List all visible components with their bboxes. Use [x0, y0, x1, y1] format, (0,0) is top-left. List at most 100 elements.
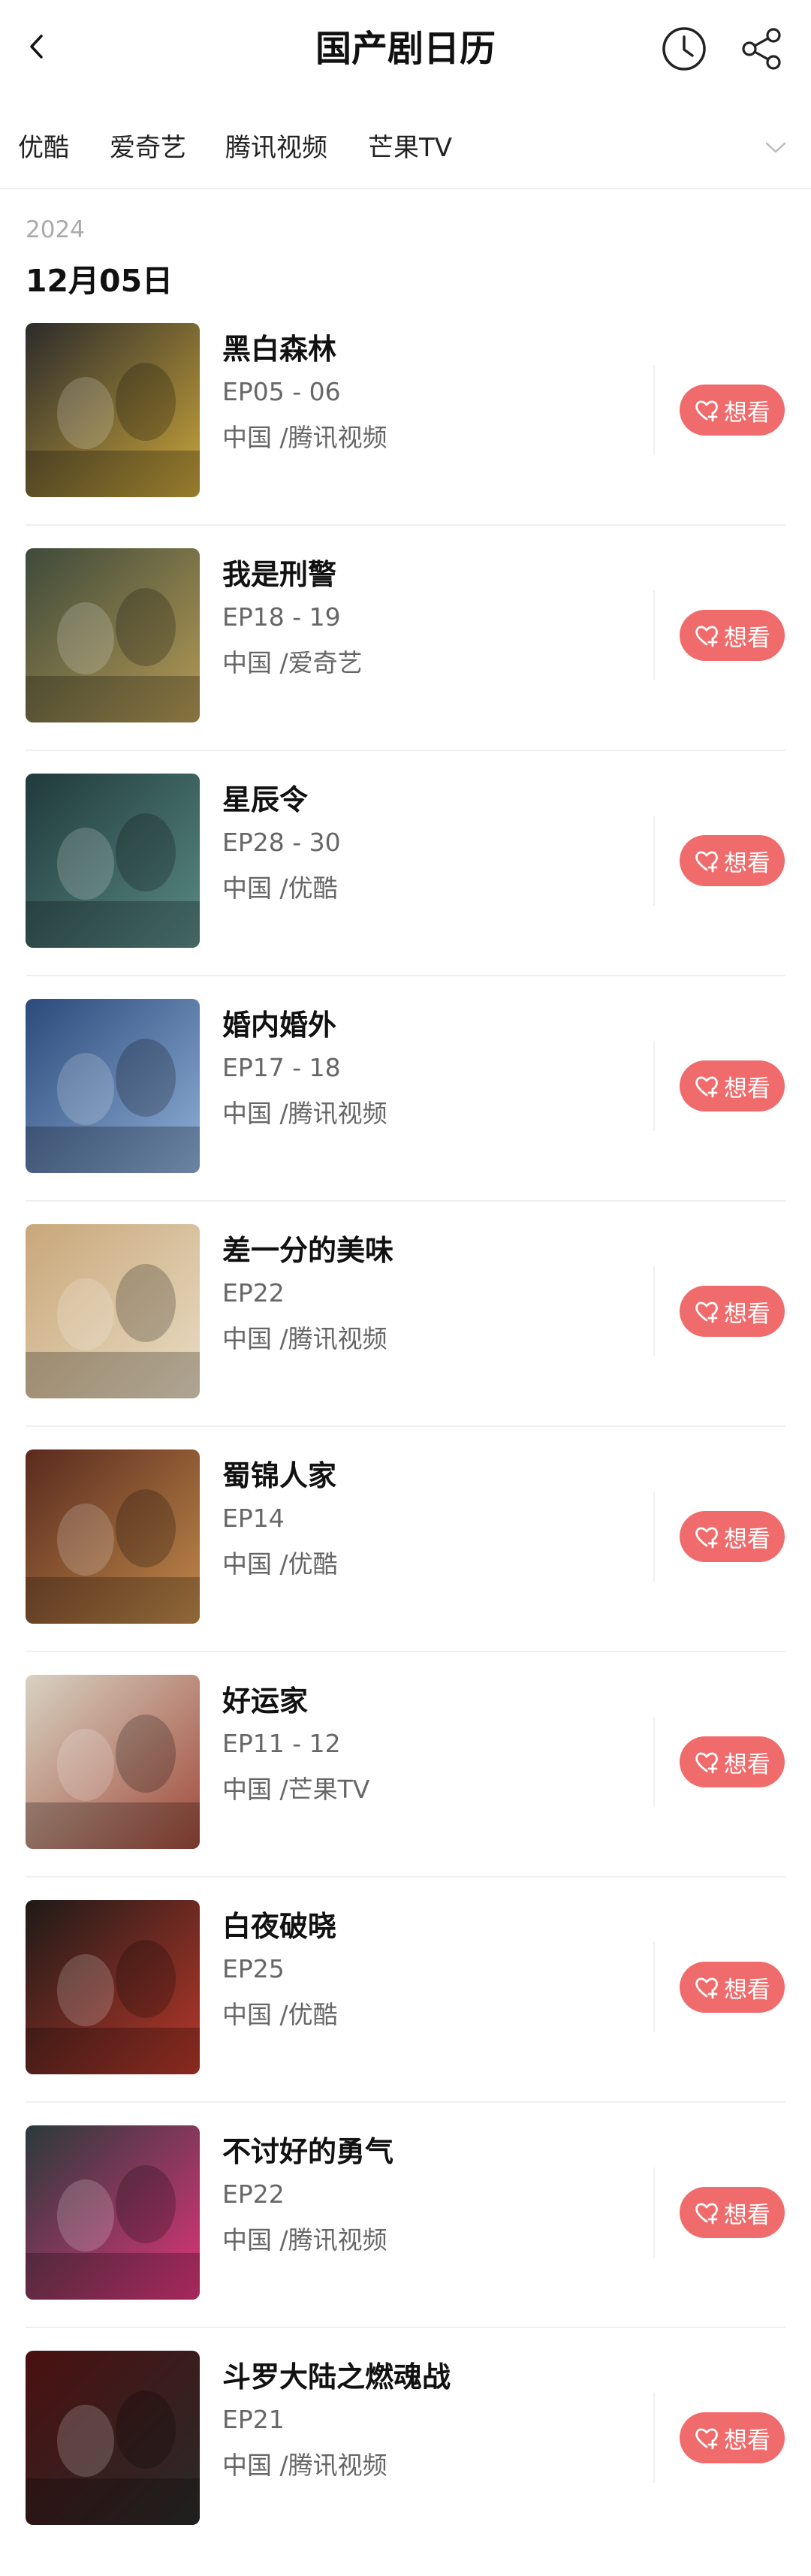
want-to-watch-button[interactable]: 想看 [680, 1736, 785, 1787]
poster-image[interactable] [26, 1675, 200, 1849]
region-platform: 中国 /腾讯视频 [222, 423, 387, 452]
history-button[interactable] [658, 23, 710, 75]
want-label: 想看 [724, 1300, 770, 1328]
region-platform: 中国 /芒果TV [222, 1775, 370, 1804]
heart-plus-icon [695, 1527, 718, 1549]
want-label: 想看 [724, 1075, 770, 1102]
tab-iqiyi[interactable]: 爱奇艺 [110, 130, 186, 166]
want-label: 想看 [724, 399, 770, 427]
divider [653, 1717, 655, 1807]
list-item[interactable]: 差一分的美味 EP22 中国 /腾讯视频 想看 [0, 1224, 811, 1449]
drama-title[interactable]: 白夜破晓 [222, 1903, 336, 1944]
episode-range: EP14 [222, 1504, 285, 1533]
drama-list: 黑白森林 EP05 - 06 中国 /腾讯视频 想看 我是刑警 EP18 - 1… [0, 323, 811, 2576]
want-to-watch-button[interactable]: 想看 [680, 1511, 785, 1562]
drama-title[interactable]: 星辰令 [222, 777, 308, 818]
year-label: 2024 [26, 216, 85, 243]
want-to-watch-button[interactable]: 想看 [680, 385, 785, 436]
list-item[interactable]: 蜀锦人家 EP14 中国 /优酷 想看 [0, 1449, 811, 1675]
episode-range: EP05 - 06 [222, 377, 341, 406]
divider [26, 2327, 785, 2328]
region-platform: 中国 /优酷 [222, 873, 338, 903]
list-item[interactable]: 不讨好的勇气 EP22 中国 /腾讯视频 想看 [0, 2125, 811, 2351]
list-item[interactable]: 黑白森林 EP05 - 06 中国 /腾讯视频 想看 [0, 323, 811, 548]
date-label: 12月05日 [26, 263, 173, 299]
divider [26, 975, 785, 976]
want-label: 想看 [724, 1751, 770, 1778]
poster-image[interactable] [26, 2125, 200, 2300]
drama-title[interactable]: 蜀锦人家 [222, 1452, 336, 1494]
poster-image[interactable] [26, 323, 200, 497]
region-platform: 中国 /腾讯视频 [222, 2451, 387, 2480]
divider [26, 1876, 785, 1878]
want-to-watch-button[interactable]: 想看 [680, 2187, 785, 2238]
divider [26, 1200, 785, 1202]
want-to-watch-button[interactable]: 想看 [680, 1962, 785, 2013]
want-to-watch-button[interactable]: 想看 [680, 1060, 785, 1112]
region-platform: 中国 /优酷 [222, 1549, 338, 1579]
divider [0, 188, 811, 189]
want-label: 想看 [724, 1525, 770, 1553]
divider [26, 2101, 785, 2103]
want-label: 想看 [724, 624, 770, 652]
region-platform: 中国 /优酷 [222, 2000, 338, 2029]
share-button[interactable] [736, 23, 788, 75]
tab-mangotv[interactable]: 芒果TV [368, 130, 452, 166]
heart-plus-icon [695, 851, 718, 873]
list-item[interactable]: 好运家 EP11 - 12 中国 /芒果TV 想看 [0, 1675, 811, 1900]
platform-tabs: 优酷 爱奇艺 腾讯视频 芒果TV [0, 116, 811, 184]
poster-image[interactable] [26, 999, 200, 1173]
divider [653, 816, 655, 906]
want-to-watch-button[interactable]: 想看 [680, 2412, 785, 2463]
drama-title[interactable]: 斗罗大陆之燃魂战 [222, 2354, 451, 2395]
poster-image[interactable] [26, 1224, 200, 1398]
poster-image[interactable] [26, 1900, 200, 2074]
want-to-watch-button[interactable]: 想看 [680, 610, 785, 661]
list-item[interactable]: 我是刑警 EP18 - 19 中国 /爱奇艺 想看 [0, 548, 811, 774]
list-item[interactable]: 白夜破晓 EP25 中国 /优酷 想看 [0, 1900, 811, 2125]
poster-image[interactable] [26, 1449, 200, 1624]
divider [653, 1942, 655, 2032]
drama-title[interactable]: 不讨好的勇气 [222, 2128, 393, 2170]
episode-range: EP25 [222, 1954, 285, 1983]
want-label: 想看 [724, 2427, 770, 2454]
drama-title[interactable]: 好运家 [222, 1678, 308, 1719]
heart-plus-icon [695, 2428, 718, 2450]
episode-range: EP18 - 19 [222, 602, 341, 632]
tab-youku[interactable]: 优酷 [18, 130, 69, 166]
divider [26, 524, 785, 526]
heart-plus-icon [695, 1302, 718, 1323]
region-platform: 中国 /腾讯视频 [222, 1099, 387, 1128]
episode-range: EP22 [222, 1278, 285, 1308]
heart-plus-icon [695, 626, 718, 647]
region-platform: 中国 /腾讯视频 [222, 1324, 387, 1353]
list-item[interactable]: 星辰令 EP28 - 30 中国 /优酷 想看 [0, 774, 811, 999]
want-label: 想看 [724, 849, 770, 877]
list-item[interactable]: 婚内婚外 EP17 - 18 中国 /腾讯视频 想看 [0, 999, 811, 1224]
drama-title[interactable]: 差一分的美味 [222, 1227, 393, 1268]
divider [653, 2393, 655, 2483]
list-item[interactable]: 斗罗大陆之燃魂战 EP21 中国 /腾讯视频 想看 [0, 2351, 811, 2576]
tab-tencent[interactable]: 腾讯视频 [225, 130, 327, 166]
divider [653, 590, 655, 680]
episode-range: EP22 [222, 2179, 285, 2209]
divider [653, 2167, 655, 2258]
share-icon [742, 28, 781, 70]
want-label: 想看 [724, 1976, 770, 2004]
drama-title[interactable]: 黑白森林 [222, 326, 336, 367]
poster-image[interactable] [26, 2351, 200, 2525]
heart-plus-icon [695, 400, 718, 422]
episode-range: EP11 - 12 [222, 1729, 341, 1758]
heart-plus-icon [695, 1752, 718, 1774]
chevron-down-icon [765, 142, 786, 153]
poster-image[interactable] [26, 774, 200, 948]
divider [653, 1492, 655, 1582]
want-to-watch-button[interactable]: 想看 [680, 835, 785, 886]
drama-title[interactable]: 我是刑警 [222, 551, 336, 593]
heart-plus-icon [695, 1977, 718, 1999]
poster-image[interactable] [26, 548, 200, 722]
divider [26, 750, 785, 751]
want-to-watch-button[interactable]: 想看 [680, 1286, 785, 1337]
drama-title[interactable]: 婚内婚外 [222, 1002, 336, 1043]
expand-tabs-button[interactable] [757, 133, 794, 163]
